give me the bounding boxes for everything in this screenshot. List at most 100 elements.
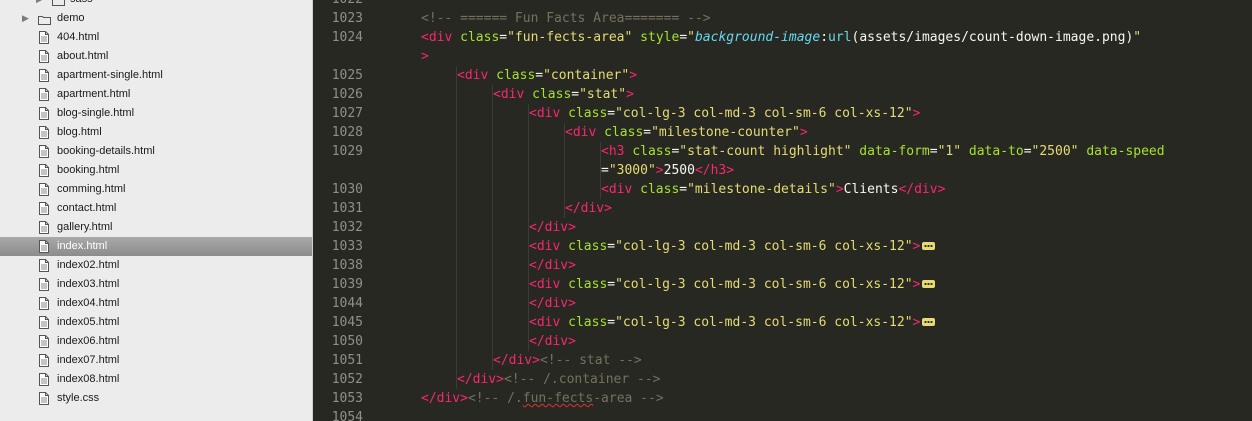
- code-line[interactable]: 1029 <h3 class = "stat-count highlight" dat…: [313, 142, 1252, 161]
- folded-code-icon[interactable]: [922, 241, 936, 250]
- code-line[interactable]: 1022: [313, 0, 1252, 9]
- indent-guide: [528, 161, 529, 180]
- code-token: <div: [529, 315, 561, 330]
- code-line[interactable]: 1050 </div>: [313, 332, 1252, 351]
- file-icon: [39, 164, 49, 177]
- sidebar-file[interactable]: style.css: [0, 389, 312, 408]
- code-token: >: [835, 182, 844, 197]
- folded-code-icon[interactable]: [922, 317, 936, 326]
- sidebar-file[interactable]: apartment.html: [0, 85, 312, 104]
- sidebar-file[interactable]: about.html: [0, 47, 312, 66]
- code-token: </h3>: [694, 163, 735, 178]
- file-icon: [39, 278, 49, 291]
- sidebar-file[interactable]: booking.html: [0, 161, 312, 180]
- code-text: <div class="col-lg-3 col-md-3 col-sm-6 c…: [529, 104, 920, 123]
- code-line[interactable]: 1030 <div class="milestone-details">Clien…: [313, 180, 1252, 199]
- code-line[interactable]: 1039 <div class="col-lg-3 col-md-3 col-sm…: [313, 275, 1252, 294]
- indent-guide: [564, 161, 565, 180]
- line-number: 1054: [331, 410, 363, 421]
- code-token: "stat-count highlight": [679, 144, 852, 159]
- code-token: class: [604, 125, 644, 140]
- file-label: style.css: [57, 392, 100, 404]
- expand-arrow-icon[interactable]: ▶: [36, 0, 46, 9]
- code-token: "col-lg-3 col-md-3 col-sm-6 col-xs-12": [615, 239, 913, 254]
- indent-guide: [564, 180, 565, 199]
- sidebar-file[interactable]: blog-single.html: [0, 104, 312, 123]
- code-line[interactable]: 1028 <div class="milestone-counter">: [313, 123, 1252, 142]
- line-number: 1022: [313, 0, 363, 9]
- code-token: <!-- stat -->: [539, 353, 642, 368]
- file-icon: [39, 31, 49, 44]
- sidebar-file[interactable]: gallery.html: [0, 218, 312, 237]
- code-line[interactable]: 1026 <div class="stat">: [313, 85, 1252, 104]
- code-token: <!-- /.: [467, 391, 523, 406]
- indent-guide: [456, 218, 457, 237]
- sidebar-file[interactable]: apartment-single.html: [0, 66, 312, 85]
- code-token: fun-fects: [522, 391, 594, 406]
- folded-code-icon[interactable]: [922, 279, 936, 288]
- sidebar-file[interactable]: index08.html: [0, 370, 312, 389]
- code-line[interactable]: 1031 </div>: [313, 199, 1252, 218]
- code-token: <div: [529, 239, 561, 254]
- sidebar-file[interactable]: index07.html: [0, 351, 312, 370]
- sidebar-file[interactable]: index06.html: [0, 332, 312, 351]
- sidebar-file[interactable]: index05.html: [0, 313, 312, 332]
- code-line[interactable]: 1052 </div><!-- /.container -->: [313, 370, 1252, 389]
- code-token: class: [496, 68, 536, 83]
- indent-guide: [492, 313, 493, 332]
- sidebar-file[interactable]: index02.html: [0, 256, 312, 275]
- file-icon: [39, 240, 49, 253]
- code-token: class: [568, 106, 608, 121]
- code-line[interactable]: 1027 <div class="col-lg-3 col-md-3 col-sm…: [313, 104, 1252, 123]
- sidebar-file[interactable]: 404.html: [0, 28, 312, 47]
- code-line[interactable]: 1033 <div class="col-lg-3 col-md-3 col-sm…: [313, 237, 1252, 256]
- file-label: apartment.html: [57, 88, 131, 100]
- code-line[interactable]: 1025 <div class="container">: [313, 66, 1252, 85]
- code-line[interactable]: 1054: [313, 408, 1252, 421]
- indent-guide: [492, 237, 493, 256]
- code-token: data-to: [968, 144, 1024, 159]
- sidebar-folder[interactable]: ▶ sass: [0, 0, 312, 9]
- indent-guide: [456, 142, 457, 161]
- code-token: "3000": [608, 163, 656, 178]
- code-editor[interactable]: 1022 1023 <!-- ====== Fun Facts Area======…: [313, 0, 1252, 421]
- file-label: booking.html: [57, 164, 120, 176]
- code-line[interactable]: 1032 </div>: [313, 218, 1252, 237]
- indent-guide: [528, 199, 529, 218]
- sidebar-folder[interactable]: ▶ demo: [0, 9, 312, 28]
- sidebar-file[interactable]: blog.html: [0, 123, 312, 142]
- sidebar-file[interactable]: comming.html: [0, 180, 312, 199]
- expand-arrow-icon[interactable]: ▶: [22, 9, 32, 28]
- indent-guide: [456, 313, 457, 332]
- code-token: "col-lg-3 col-md-3 col-sm-6 col-xs-12": [615, 106, 913, 121]
- code-token: </div>: [529, 258, 576, 273]
- code-line[interactable]: 1023 <!-- ====== Fun Facts Area======= --…: [313, 9, 1252, 28]
- file-icon: [39, 373, 49, 386]
- code-line[interactable]: >: [313, 47, 1252, 66]
- code-token: class: [640, 182, 680, 197]
- code-line[interactable]: ="3000">2500</h3>: [313, 161, 1252, 180]
- sidebar-file[interactable]: index03.html: [0, 275, 312, 294]
- indent-guide: [492, 294, 493, 313]
- code-line[interactable]: 1044 </div>: [313, 294, 1252, 313]
- indent-guide: [456, 237, 457, 256]
- editor-window: ▶ sass ▶ demo 404.html about.html apartment-si…: [0, 0, 1252, 421]
- code-line[interactable]: 1038 </div>: [313, 256, 1252, 275]
- sidebar-file[interactable]: contact.html: [0, 199, 312, 218]
- code-line[interactable]: 1045 <div class="col-lg-3 col-md-3 col-sm…: [313, 313, 1252, 332]
- code-line[interactable]: 1024 <div class="fun-fects-area" style="b…: [313, 28, 1252, 47]
- code-token: =: [679, 182, 688, 197]
- code-line[interactable]: 1053 </div><!-- /.fun-fects-area -->: [313, 389, 1252, 408]
- code-token: class: [532, 87, 572, 102]
- code-token: "milestone-details": [687, 182, 836, 197]
- code-text: <!-- ====== Fun Facts Area======= -->: [421, 9, 711, 28]
- code-text: ="3000">2500</h3>: [601, 161, 734, 180]
- code-token: class: [460, 30, 500, 45]
- sidebar-file[interactable]: index04.html: [0, 294, 312, 313]
- code-token: =: [601, 163, 609, 178]
- sidebar-file[interactable]: booking-details.html: [0, 142, 312, 161]
- sidebar-file-selected[interactable]: index.html: [0, 237, 312, 256]
- code-line[interactable]: 1051 </div><!-- stat -->: [313, 351, 1252, 370]
